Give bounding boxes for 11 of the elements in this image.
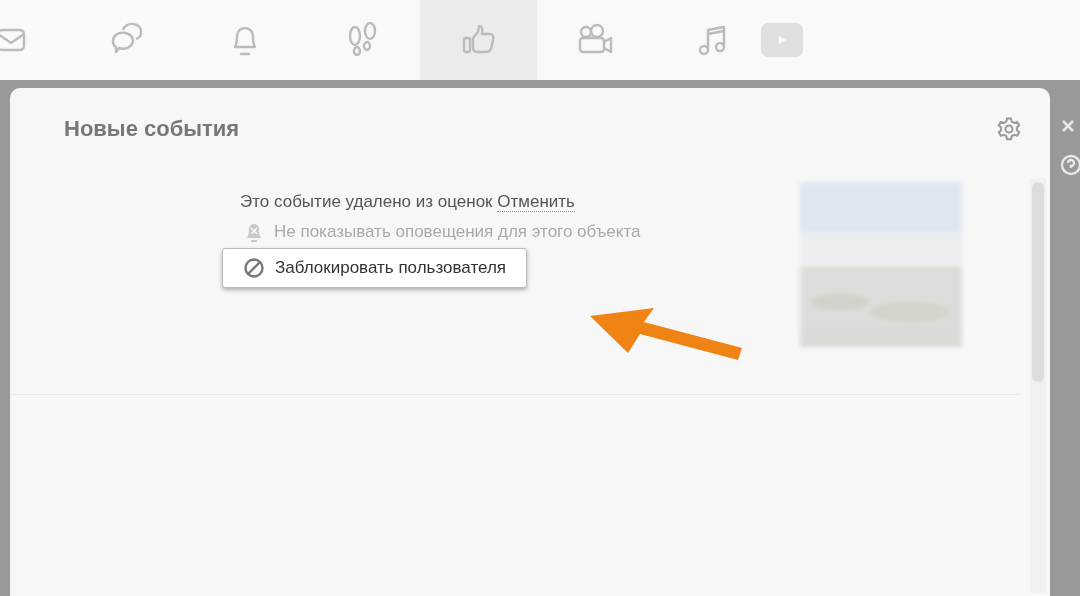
close-icon[interactable] xyxy=(1060,118,1076,134)
video-icon[interactable] xyxy=(761,23,803,57)
removed-message: Это событие удалено из оценок Отменить xyxy=(240,192,576,212)
block-user-button[interactable]: Заблокировать пользователя xyxy=(222,248,528,288)
undo-link[interactable]: Отменить xyxy=(497,192,575,212)
block-icon xyxy=(243,257,265,279)
scrollbar[interactable] xyxy=(1030,178,1046,593)
nav-tab[interactable] xyxy=(420,0,537,80)
settings-icon[interactable] xyxy=(996,116,1022,142)
help-icon[interactable] xyxy=(1060,154,1080,176)
dialog-title: Новые события xyxy=(64,116,240,142)
